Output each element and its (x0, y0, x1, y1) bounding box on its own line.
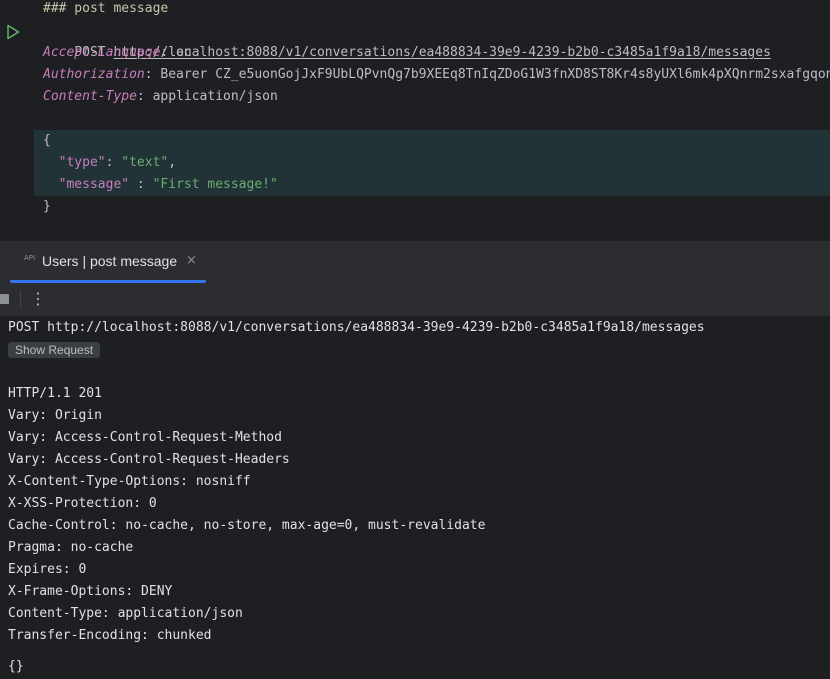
body-close-brace: } (43, 199, 51, 214)
run-request-icon[interactable] (6, 24, 20, 40)
header-line: Content-Type: application/json (43, 89, 278, 104)
show-request-button[interactable]: Show Request (8, 342, 101, 358)
json-value: "text" (121, 155, 169, 170)
response-request-line: POST http://localhost:8088/v1/conversati… (8, 320, 705, 335)
header-line: Authorization: Bearer CZ_e5uonGojJxF9UbL… (43, 64, 830, 86)
header-value: application/json (144, 89, 278, 104)
services-tab-bar: API Users | post message × (0, 240, 830, 283)
json-key: "message" (58, 177, 130, 192)
response-header: Vary: Access-Control-Request-Headers (8, 452, 290, 467)
response-header: X-Content-Type-Options: nosniff (8, 474, 251, 489)
header-line: Accept-Language: en (43, 45, 192, 60)
response-body: {} (8, 659, 24, 674)
body-type-line: "type": "text", (58, 155, 177, 170)
json-value: "First message!" (152, 177, 278, 192)
tab-users-post-message[interactable]: API Users | post message × (10, 241, 206, 283)
response-toolbar: ⋮ (0, 283, 830, 317)
response-header: Pragma: no-cache (8, 540, 134, 555)
more-options-icon[interactable]: ⋮ (30, 288, 46, 310)
response-panel: POST http://localhost:8088/v1/conversati… (0, 317, 830, 679)
response-header: X-XSS-Protection: 0 (8, 496, 157, 511)
header-name: Accept-Language (43, 45, 161, 60)
json-key: "type" (58, 155, 106, 170)
header-name: Authorization (43, 67, 145, 82)
body-close-line: } (43, 196, 51, 218)
body-open-line: { (43, 130, 51, 152)
request-url[interactable]: http://localhost:8088/v1/conversations/e… (113, 45, 770, 60)
stop-icon[interactable] (0, 294, 9, 304)
header-value: Bearer CZ_e5uonGojJxF9UbLQPvnQg7b9XEEq8T… (152, 67, 830, 82)
header-value: en (168, 45, 192, 60)
header-name: Content-Type (43, 89, 137, 104)
request-line: POST http://localhost:8088/v1/conversati… (43, 20, 771, 60)
response-status: HTTP/1.1 201 (8, 386, 102, 401)
body-message-line: "message" : "First message!" (58, 177, 278, 192)
response-header: Vary: Access-Control-Request-Method (8, 430, 282, 445)
tab-label: Users | post message (42, 253, 178, 269)
request-comment: ### post message (43, 1, 169, 16)
toolbar-separator (20, 290, 21, 308)
http-request-editor[interactable]: ### post message POST http://localhost:8… (0, 0, 830, 240)
response-header: Transfer-Encoding: chunked (8, 628, 212, 643)
response-header: Vary: Origin (8, 408, 102, 423)
response-header: Cache-Control: no-cache, no-store, max-a… (8, 518, 486, 533)
api-icon: API (24, 254, 36, 262)
close-icon[interactable]: × (186, 253, 197, 268)
response-header: Content-Type: application/json (8, 606, 243, 621)
response-header: Expires: 0 (8, 562, 87, 577)
body-open-brace: { (43, 133, 51, 148)
response-header: X-Frame-Options: DENY (8, 584, 173, 599)
